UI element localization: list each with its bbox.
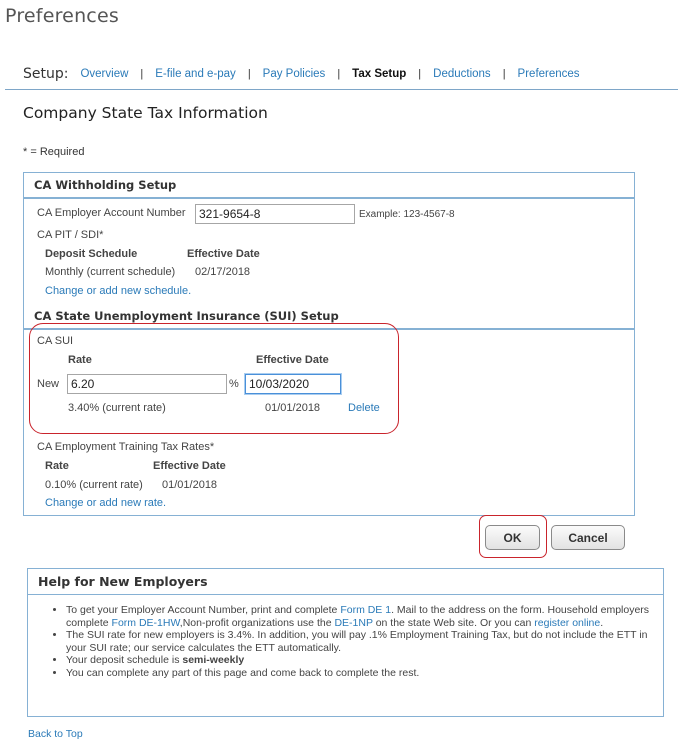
help-header: Help for New Employers (28, 569, 663, 595)
separator: | (247, 68, 251, 80)
separator: | (418, 68, 422, 80)
help-item: You can complete any part of this page a… (66, 667, 652, 680)
employer-account-input[interactable] (195, 204, 355, 224)
sui-highlight-annotation (29, 323, 399, 434)
ett-rate-date: 01/01/2018 (162, 479, 218, 491)
help-panel: Help for New Employers To get your Emplo… (27, 568, 664, 717)
separator: | (337, 68, 341, 80)
ett-effective-date-header: Effective Date (153, 460, 226, 472)
pit-sdi-label: CA PIT / SDI* (37, 229, 104, 241)
tab-tax-setup[interactable]: Tax Setup (352, 68, 406, 80)
de1np-link[interactable]: DE-1NP (334, 617, 372, 629)
withholding-header: CA Withholding Setup (24, 173, 634, 199)
tab-efile-epay[interactable]: E-file and e-pay (155, 68, 236, 80)
ett-rate-header: Rate (45, 460, 69, 472)
setup-nav: Setup: Overview | E-file and e-pay | Pay… (23, 63, 580, 85)
ett-rate-value: 0.10% (current rate) (45, 479, 143, 491)
help-text: ,Non-profit organizations use the (179, 616, 335, 629)
help-item: The SUI rate for new employers is 3.4%. … (66, 629, 652, 654)
help-item: Your deposit schedule is semi-weekly (66, 654, 652, 667)
withholding-header-text: CA Withholding Setup (34, 178, 177, 192)
separator: | (502, 68, 506, 80)
sui-header-text: CA State Unemployment Insurance (SUI) Se… (34, 309, 339, 323)
tab-preferences[interactable]: Preferences (518, 68, 580, 80)
tab-overview[interactable]: Overview (80, 68, 128, 80)
setup-divider (5, 89, 678, 90)
register-online-link[interactable]: register online (534, 617, 600, 629)
help-text: Your deposit schedule is (66, 654, 183, 666)
help-text: To get your Employer Account Number, pri… (66, 604, 341, 616)
help-text: on the state Web site. Or you can (372, 616, 535, 629)
section-title: Company State Tax Information (23, 104, 268, 122)
help-list: To get your Employer Account Number, pri… (52, 604, 652, 679)
tab-deductions[interactable]: Deductions (433, 68, 491, 80)
effective-date-header: Effective Date (187, 248, 260, 260)
employer-account-label: CA Employer Account Number (37, 207, 186, 219)
separator: | (140, 68, 144, 80)
help-item: To get your Employer Account Number, pri… (66, 604, 652, 629)
page-title: Preferences (5, 5, 119, 27)
deposit-schedule-header: Deposit Schedule (45, 248, 138, 260)
ett-label: CA Employment Training Tax Rates* (37, 441, 215, 453)
cancel-button[interactable]: Cancel (551, 525, 625, 550)
help-text: . (600, 616, 604, 629)
deposit-schedule-date: 02/17/2018 (195, 266, 251, 278)
deposit-schedule-emphasis: semi-weekly (182, 654, 245, 666)
back-to-top-link[interactable]: Back to Top (28, 728, 83, 740)
form-de1-link[interactable]: Form DE 1 (340, 604, 391, 616)
required-note: * = Required (23, 146, 85, 158)
help-header-text: Help for New Employers (38, 574, 208, 589)
ok-highlight-annotation (479, 515, 547, 558)
tab-pay-policies[interactable]: Pay Policies (263, 68, 326, 80)
deposit-schedule-value: Monthly (current schedule) (45, 266, 176, 278)
employer-account-example: Example: 123-4567-8 (359, 209, 455, 220)
change-rate-link[interactable]: Change or add new rate. (45, 497, 166, 509)
setup-label: Setup: (23, 66, 69, 82)
form-de1hw-link[interactable]: Form DE-1HW (112, 617, 180, 629)
change-schedule-link[interactable]: Change or add new schedule. (45, 285, 191, 297)
